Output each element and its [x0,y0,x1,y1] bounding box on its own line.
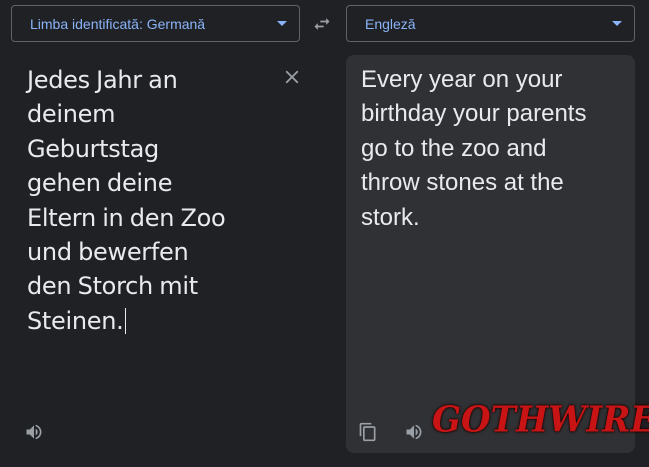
source-language-label: Limba identificată: Germană [30,15,206,32]
close-icon [285,70,299,84]
content-copy-icon [359,422,376,442]
text-cursor [124,307,126,334]
chevron-down-icon [277,21,287,26]
source-text-content[interactable]: Jedes Jahr an deinem Geburtstag gehen de… [27,63,277,338]
target-language-label: Engleză [365,15,416,32]
swap-languages-button[interactable] [309,11,335,37]
translation-text: Every year on your birthday your parents… [361,66,587,231]
copy-translation-button[interactable] [357,421,379,443]
translation-panel: Every year on your birthday your parents… [346,55,635,453]
volume-up-icon [406,424,422,440]
listen-translation-button[interactable] [403,421,425,443]
source-language-select[interactable]: Limba identificată: Germană [11,5,300,42]
source-text: Jedes Jahr an deinem Geburtstag gehen de… [27,66,226,335]
volume-up-icon [26,424,42,440]
listen-source-button[interactable] [23,421,45,443]
swap-horiz-icon [314,18,330,30]
clear-source-button[interactable] [281,66,303,88]
chevron-down-icon [612,21,622,26]
target-language-select[interactable]: Engleză [346,5,635,42]
gothwire-watermark: GOTHWIRE [432,399,649,441]
